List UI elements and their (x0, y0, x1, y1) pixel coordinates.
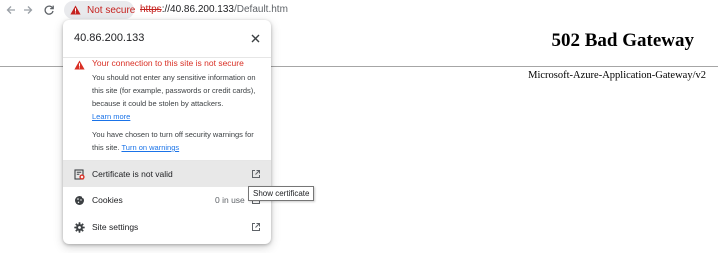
url-scheme: https (140, 4, 162, 15)
forward-button[interactable] (20, 2, 36, 18)
url-path: /Default.htm (233, 4, 288, 15)
close-icon (251, 34, 259, 42)
certificate-label: Certificate is not valid (92, 169, 173, 179)
warning-body-text: You should not enter any sensitive infor… (92, 73, 256, 108)
warning-icon (70, 5, 81, 15)
warning-body: You should not enter any sensitive infor… (92, 71, 262, 123)
url-host: ://40.86.200.133 (161, 4, 234, 15)
popup-host: 40.86.200.133 (74, 32, 145, 44)
page-title: 502 Bad Gateway (551, 30, 695, 51)
arrow-left-icon (6, 6, 15, 14)
certificate-icon (74, 168, 85, 180)
site-info-popup: 40.86.200.133 Your connection to this si… (63, 20, 271, 244)
close-button[interactable] (249, 32, 261, 44)
warning-icon (74, 60, 85, 70)
reload-icon (44, 5, 54, 15)
certificate-row[interactable]: Certificate is not valid (63, 161, 271, 187)
site-settings-row[interactable]: Site settings (63, 214, 271, 240)
back-button[interactable] (3, 2, 19, 18)
gear-icon (74, 221, 85, 233)
server-signature: Microsoft-Azure-Application-Gateway/v2 (528, 70, 706, 81)
warnings-off-note: You have chosen to turn off security war… (92, 128, 262, 154)
show-certificate-tooltip: Show certificate (248, 186, 315, 201)
learn-more-link[interactable]: Learn more (92, 112, 130, 121)
arrow-right-icon (24, 6, 33, 14)
site-settings-label: Site settings (92, 222, 139, 232)
turn-on-warnings-link[interactable]: Turn on warnings (121, 143, 179, 152)
security-chip-label: Not secure (87, 4, 136, 16)
cookie-icon (74, 195, 85, 206)
open-external-icon (251, 222, 261, 232)
cookies-row[interactable]: Cookies 0 in use (63, 187, 271, 213)
open-external-icon (251, 169, 261, 179)
warning-title: Your connection to this site is not secu… (92, 58, 244, 68)
security-chip[interactable]: Not secure (64, 1, 136, 19)
reload-button[interactable] (41, 2, 57, 18)
browser-toolbar: Not secure https://40.86.200.133/Default… (0, 0, 718, 21)
cookies-label: Cookies (92, 195, 123, 205)
address-bar[interactable]: https://40.86.200.133/Default.htm (140, 4, 288, 15)
cookies-count: 0 in use (215, 195, 245, 205)
